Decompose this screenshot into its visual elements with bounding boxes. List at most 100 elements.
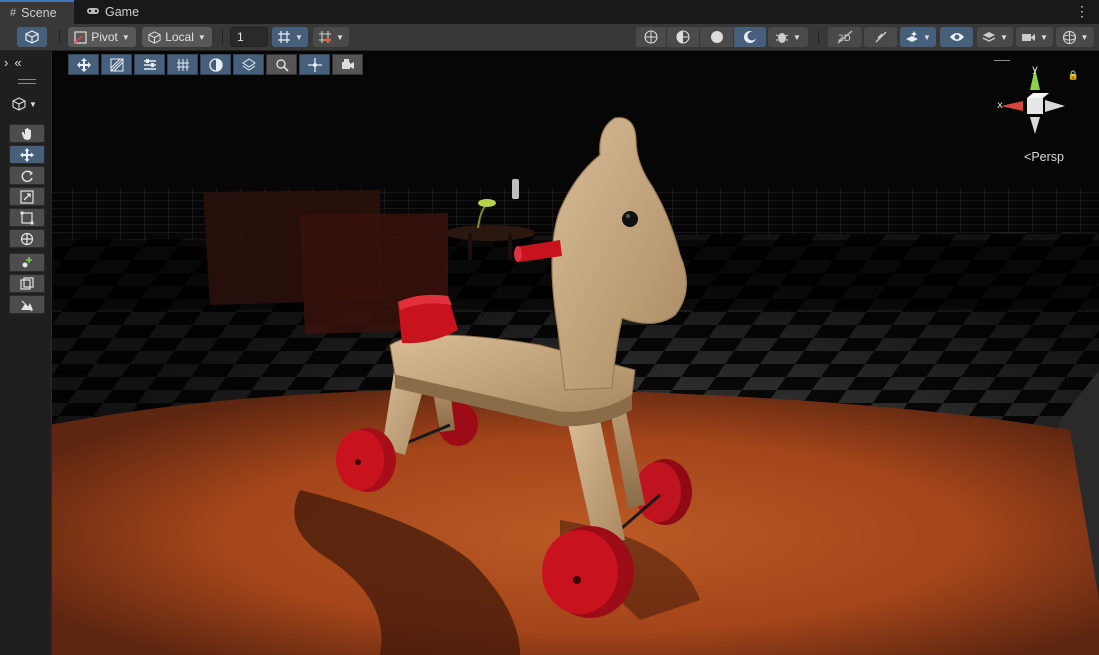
lit-sphere-icon <box>744 31 757 43</box>
shading-overlay-icon <box>110 58 123 71</box>
terrain-tool-icon <box>21 300 33 311</box>
pivot-dropdown[interactable]: Pivot ▼ <box>68 27 136 47</box>
transform-tool-button[interactable] <box>9 229 45 248</box>
layers-dropdown[interactable]: ▼ <box>977 27 1013 47</box>
space-dropdown[interactable]: Local ▼ <box>142 27 212 47</box>
probe-tool-icon <box>20 276 34 290</box>
lighting-overlay-button[interactable] <box>200 54 231 75</box>
svg-text:2D: 2D <box>838 34 851 44</box>
panel-grip-icon[interactable] <box>18 83 36 84</box>
increment-snap-icon <box>319 31 332 43</box>
chevron-down-icon: ▼ <box>1080 32 1089 42</box>
rotate-tool-button[interactable] <box>9 166 45 185</box>
axis-x-label: x <box>997 100 1003 111</box>
search-overlay-icon <box>275 58 289 72</box>
hand-tool-icon <box>22 127 31 140</box>
rotate-tool-icon <box>21 169 34 182</box>
gizmos-dropdown[interactable]: ▼ <box>1056 27 1094 47</box>
transform-tool-icon <box>20 232 34 245</box>
scene-toolbar: Pivot ▼ Local ▼ ▼ ▼ ▼ 2D ▼ <box>0 24 1099 51</box>
shading-overlay-button[interactable] <box>101 54 132 75</box>
shaded-wireframe-button[interactable] <box>667 27 699 47</box>
move-overlay-button[interactable] <box>68 54 99 75</box>
pivot-icon <box>74 30 87 44</box>
probe-tool-button[interactable] <box>9 274 45 293</box>
chevron-down-icon: ▼ <box>923 32 931 42</box>
chevron-down-icon: ▼ <box>336 32 344 42</box>
debug-draw-button[interactable]: ▼ <box>768 27 808 47</box>
orientation-gizmo[interactable]: y x <box>995 62 1075 142</box>
gizmo-grip-icon[interactable] <box>994 60 1010 61</box>
move-overlay-icon <box>76 57 91 72</box>
lighting-overlay-icon <box>208 57 223 72</box>
projection-label: Persp <box>1031 150 1064 164</box>
snap-increment-field[interactable] <box>230 27 268 47</box>
cube-icon <box>12 97 26 111</box>
effects-dropdown[interactable]: ▼ <box>900 27 936 47</box>
chevron-down-icon: ▼ <box>29 99 37 109</box>
search-overlay-button[interactable] <box>266 54 297 75</box>
navigate-overlay-button[interactable] <box>299 54 330 75</box>
camera-icon <box>1022 34 1036 41</box>
chevron-down-icon: ▼ <box>793 32 801 42</box>
custom-tool-button[interactable] <box>9 253 45 272</box>
align-icon <box>143 58 156 70</box>
axis-y-label: y <box>1032 64 1038 75</box>
chevron-down-icon: ▼ <box>1000 32 1008 42</box>
view-options-button[interactable] <box>17 27 47 47</box>
2d-toggle-button[interactable]: 2D <box>828 27 862 47</box>
lock-icon[interactable]: 🔒 <box>1068 70 1079 81</box>
move-tool-icon <box>20 147 34 162</box>
tab-game-label: Game <box>105 5 140 19</box>
rect-tool-button[interactable] <box>9 208 45 227</box>
chevron-down-icon: ▼ <box>295 32 303 42</box>
cube-icon <box>25 30 39 44</box>
lit-shading-button[interactable] <box>734 27 766 47</box>
gizmo-globe-icon <box>1062 30 1076 44</box>
increment-snap-button[interactable]: ▼ <box>313 27 349 47</box>
tools-panel: ›« ▼ <box>0 51 52 655</box>
wireframe-shading-button[interactable] <box>636 27 666 47</box>
scene-viewport[interactable]: y x 🔒 <Persp <box>0 51 1099 655</box>
object-mode-dropdown[interactable]: ▼ <box>12 97 37 111</box>
light-off-icon <box>875 31 886 43</box>
tab-game[interactable]: Game <box>76 0 149 24</box>
shaded-sphere-icon <box>710 31 723 43</box>
layers-icon <box>982 32 996 42</box>
chevron-down-icon: ▼ <box>1040 32 1048 42</box>
collapse-panel-icon[interactable]: ›« <box>4 55 28 70</box>
grid-overlay-icon <box>176 58 189 71</box>
grid-snap-button[interactable]: ▼ <box>272 27 308 47</box>
camera-dropdown[interactable]: ▼ <box>1016 27 1053 47</box>
layers-overlay-button[interactable] <box>233 54 264 75</box>
align-overlay-button[interactable] <box>134 54 165 75</box>
overlay-toolbar <box>68 54 363 75</box>
overlay-drag-handle[interactable] <box>512 179 519 199</box>
eye-icon <box>949 33 964 41</box>
shaded-button[interactable] <box>700 27 733 47</box>
chevron-down-icon: ▼ <box>121 32 130 42</box>
scale-tool-icon <box>20 189 34 204</box>
tab-scene-label: Scene <box>21 6 57 20</box>
rect-tool-icon <box>20 211 34 224</box>
custom-tool-icon <box>22 256 32 267</box>
local-space-icon <box>148 30 161 44</box>
scene-visibility-button[interactable] <box>940 27 973 47</box>
wireframe-sphere-icon <box>644 30 658 44</box>
scene-render <box>0 51 1099 655</box>
camera-overlay-button[interactable] <box>332 54 363 75</box>
game-tab-icon <box>86 6 100 19</box>
tab-scene[interactable]: # Scene <box>0 0 74 24</box>
projection-toggle[interactable]: <Persp <box>1024 150 1064 164</box>
move-tool-button[interactable] <box>9 145 45 164</box>
bug-icon <box>775 33 789 43</box>
hand-tool-button[interactable] <box>9 124 45 143</box>
lighting-toggle-button[interactable] <box>864 27 897 47</box>
grid-overlay-button[interactable] <box>167 54 198 75</box>
more-options-icon[interactable]: ⋮ <box>1075 3 1089 20</box>
scale-tool-button[interactable] <box>9 187 45 206</box>
shaded-wireframe-icon <box>676 30 690 44</box>
window-tab-bar: # Scene Game ⋮ <box>0 0 1099 25</box>
panel-grip-icon[interactable] <box>18 79 36 80</box>
terrain-tool-button[interactable] <box>9 295 45 314</box>
